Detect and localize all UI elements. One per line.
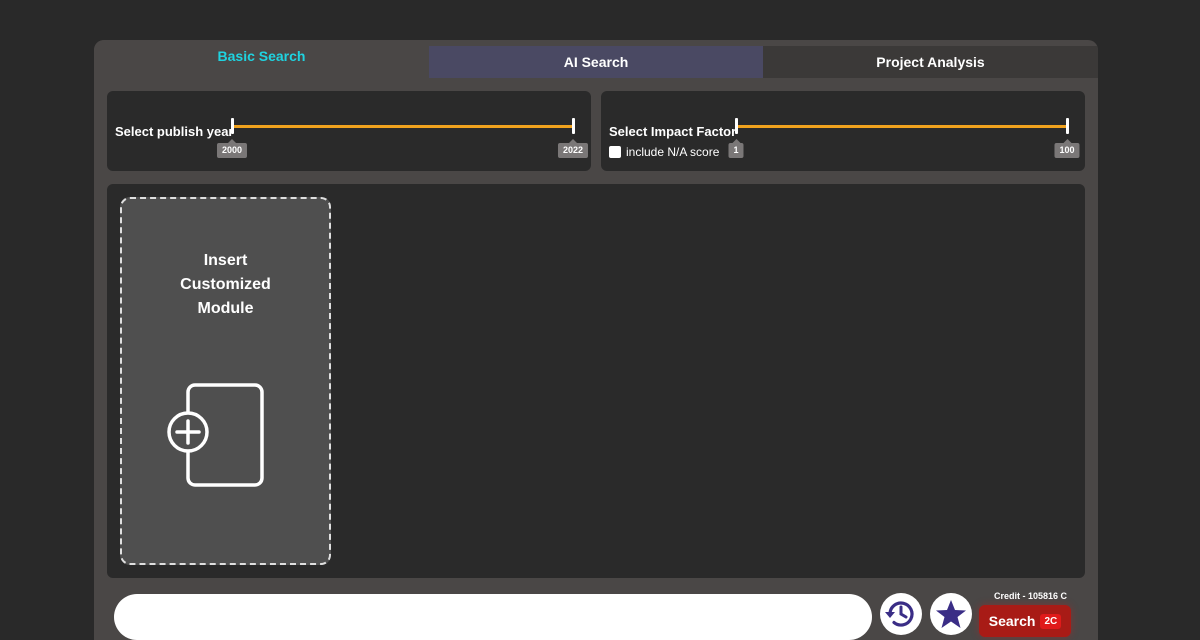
insert-module-title: Insert Customized Module — [122, 249, 329, 321]
include-na-option[interactable]: include N/A score — [609, 145, 719, 159]
tab-project-analysis[interactable]: Project Analysis — [763, 46, 1098, 78]
include-na-label: include N/A score — [626, 145, 720, 159]
publish-year-min-handle[interactable] — [231, 118, 234, 134]
search-panel: Basic Search AI Search Project Analysis … — [94, 40, 1098, 640]
include-na-checkbox[interactable] — [609, 146, 621, 158]
search-cost-badge: 2C — [1040, 613, 1062, 629]
publish-year-min-value: 2000 — [216, 139, 248, 158]
insert-module-card[interactable]: Insert Customized Module — [120, 197, 331, 565]
tab-ai-search[interactable]: AI Search — [429, 46, 763, 78]
publish-year-max-value: 2022 — [557, 139, 589, 158]
impact-factor-filter: Select Impact Factor 1 100 include N/A s… — [601, 91, 1085, 171]
impact-factor-max-value: 100 — [1054, 139, 1080, 158]
search-button-label: Search — [988, 613, 1036, 629]
publish-year-label: Select publish year — [115, 124, 234, 139]
publish-year-max-handle[interactable] — [572, 118, 575, 134]
insert-module-title-line: Customized — [180, 276, 271, 293]
search-tabs: Basic Search AI Search Project Analysis — [94, 40, 1098, 78]
impact-factor-min-value: 1 — [728, 139, 744, 158]
insert-module-title-line: Insert — [203, 252, 248, 269]
impact-factor-label: Select Impact Factor — [609, 124, 737, 139]
favorites-button[interactable] — [930, 593, 972, 635]
impact-factor-max-handle[interactable] — [1066, 118, 1069, 134]
tab-basic-search[interactable]: Basic Search — [94, 40, 429, 78]
impact-factor-track[interactable] — [736, 125, 1068, 128]
module-area: Insert Customized Module — [107, 184, 1085, 578]
impact-factor-min-handle[interactable] — [735, 118, 738, 134]
search-button[interactable]: Search 2C — [979, 605, 1071, 637]
star-icon — [936, 600, 966, 628]
add-page-icon — [167, 383, 264, 487]
publish-year-filter: Select publish year 2000 2022 — [107, 91, 591, 171]
publish-year-track[interactable] — [232, 125, 574, 128]
history-icon — [885, 601, 914, 627]
credit-balance: Credit - 105816 C — [994, 591, 1068, 601]
insert-module-title-line: Module — [197, 300, 254, 317]
history-button[interactable] — [880, 593, 922, 635]
search-input[interactable] — [114, 594, 872, 640]
